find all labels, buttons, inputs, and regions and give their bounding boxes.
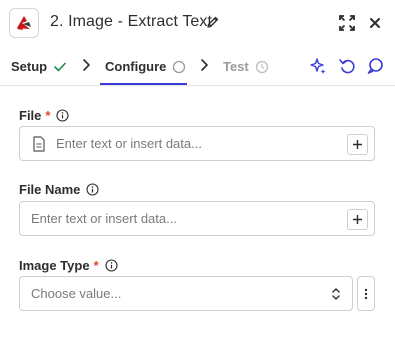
sparkle-icon[interactable] — [309, 57, 327, 75]
close-icon[interactable] — [367, 15, 383, 31]
chevron-right-icon — [201, 59, 208, 71]
image-type-label-text: Image Type — [19, 258, 90, 273]
circle-icon — [173, 60, 186, 73]
plus-icon — [353, 215, 362, 224]
tab-setup[interactable]: Setup — [11, 59, 67, 74]
info-icon[interactable] — [105, 259, 118, 272]
expand-icon[interactable] — [338, 14, 356, 32]
file-input[interactable]: Enter text or insert data... — [19, 126, 375, 161]
insert-data-button[interactable] — [347, 134, 368, 155]
file-icon — [33, 136, 45, 152]
step-title[interactable]: 2. Image - Extract Text — [50, 13, 212, 31]
step-tabs: Setup Configure Test — [0, 46, 395, 86]
app-logo — [9, 8, 39, 38]
insert-data-button[interactable] — [347, 209, 368, 230]
chevron-right-icon — [83, 59, 90, 71]
image-type-label: Image Type * — [19, 258, 118, 273]
check-icon — [54, 62, 66, 71]
file-name-input[interactable]: Enter text or insert data... — [19, 201, 375, 236]
info-icon[interactable] — [56, 109, 70, 122]
tab-test[interactable]: Test — [223, 59, 269, 74]
file-label: File * — [19, 108, 70, 123]
image-type-placeholder: Choose value... — [31, 286, 122, 301]
app-logo-icon — [17, 16, 31, 30]
timer-icon — [255, 60, 268, 73]
tab-test-label: Test — [223, 59, 249, 74]
more-options-button[interactable] — [357, 276, 375, 311]
more-vertical-icon — [364, 288, 368, 299]
tab-setup-label: Setup — [11, 59, 48, 74]
file-label-text: File — [19, 108, 42, 123]
plus-icon — [353, 140, 362, 149]
info-icon[interactable] — [86, 183, 99, 196]
file-placeholder: Enter text or insert data... — [56, 136, 202, 151]
active-tab-indicator — [100, 83, 187, 85]
image-type-select[interactable]: Choose value... — [19, 276, 353, 311]
comment-icon[interactable] — [366, 57, 384, 75]
file-name-label: File Name — [19, 182, 99, 197]
required-mark: * — [45, 108, 51, 123]
tab-configure[interactable]: Configure — [105, 59, 186, 74]
required-mark: * — [93, 258, 99, 273]
chevron-up-down-icon — [332, 288, 340, 300]
edit-icon[interactable] — [206, 15, 220, 29]
undo-icon[interactable] — [338, 57, 356, 75]
file-name-label-text: File Name — [19, 182, 81, 197]
tab-configure-label: Configure — [105, 59, 167, 74]
file-name-placeholder: Enter text or insert data... — [31, 211, 177, 226]
step-header: 2. Image - Extract Text — [0, 0, 395, 46]
